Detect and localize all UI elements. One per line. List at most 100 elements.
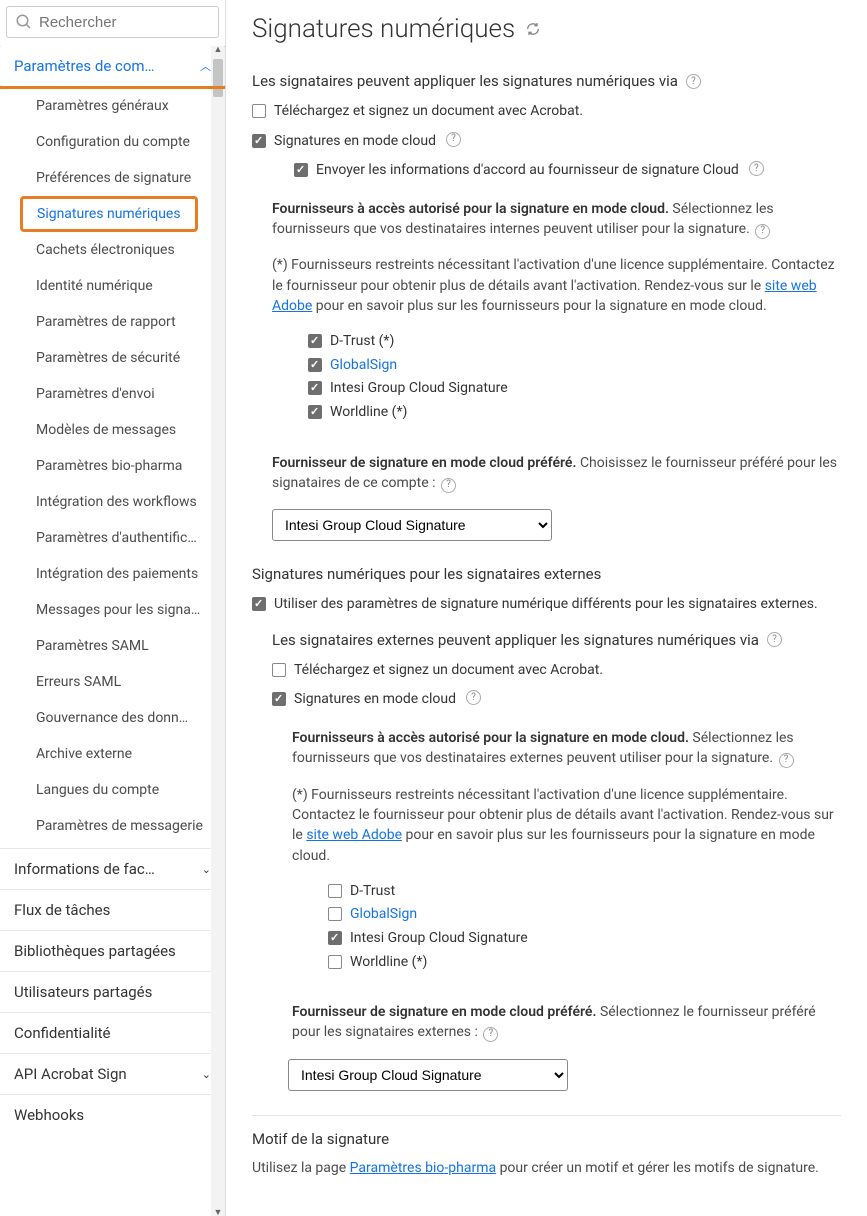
search-input[interactable]	[39, 14, 210, 31]
divider	[252, 1115, 841, 1116]
scrollbar[interactable]: ▲ ▼	[211, 46, 225, 1216]
help-icon[interactable]: ?	[779, 753, 794, 768]
sidebar-item[interactable]: Erreurs SAML	[0, 664, 225, 700]
ext-opt-download-sign[interactable]: Téléchargez et signez un document avec A…	[272, 661, 841, 681]
checkbox[interactable]	[272, 692, 286, 706]
ext-preferred-provider-intro: Fournisseur de signature en mode cloud p…	[292, 1002, 841, 1043]
help-icon[interactable]: ?	[749, 161, 764, 176]
sidebar-item[interactable]: Paramètres SAML	[0, 628, 225, 664]
search-box[interactable]	[6, 6, 219, 38]
section2-question: Les signataires externes peuvent appliqu…	[272, 631, 841, 649]
sidebar-group[interactable]: API Acrobat Sign⌄	[0, 1053, 225, 1094]
sidebar-group[interactable]: Informations de fac…⌄	[0, 848, 225, 889]
sidebar-item[interactable]: Paramètres de sécurité	[0, 340, 225, 376]
checkbox[interactable]	[252, 134, 266, 148]
opt-use-different-external[interactable]: Utiliser des paramètres de signature num…	[252, 595, 841, 615]
sidebar-item[interactable]: Paramètres de rapport	[0, 304, 225, 340]
checkbox[interactable]	[328, 931, 342, 945]
chevron-down-icon: ⌄	[202, 1068, 211, 1081]
help-icon[interactable]: ?	[446, 132, 461, 147]
sidebar-item[interactable]: Intégration des workflows	[0, 484, 225, 520]
help-icon[interactable]: ?	[686, 74, 701, 89]
sidebar-group[interactable]: Webhooks	[0, 1094, 225, 1135]
checkbox[interactable]	[252, 597, 266, 611]
preferred-provider-intro: Fournisseur de signature en mode cloud p…	[272, 453, 841, 494]
provider-row[interactable]: D-Trust	[328, 882, 841, 902]
help-icon[interactable]: ?	[755, 224, 770, 239]
sidebar-item[interactable]: Paramètres d'envoi	[0, 376, 225, 412]
sidebar-group[interactable]: Flux de tâches	[0, 889, 225, 930]
sidebar-item[interactable]: Identité numérique	[0, 268, 225, 304]
provider-link[interactable]: GlobalSign	[330, 356, 397, 376]
checkbox[interactable]	[328, 955, 342, 969]
provider-link[interactable]: GlobalSign	[350, 905, 417, 925]
section1-question: Les signataires peuvent appliquer les si…	[252, 72, 841, 90]
preferred-provider-select[interactable]: Intesi Group Cloud Signature	[272, 509, 552, 541]
page-title: Signatures numériques	[252, 14, 841, 44]
bio-pharma-link[interactable]: Paramètres bio-pharma	[350, 1160, 496, 1176]
section3-title: Motif de la signature	[252, 1130, 841, 1148]
provider-row[interactable]: Worldline (*)	[328, 953, 841, 973]
main-content: Signatures numériques Les signataires pe…	[226, 0, 867, 1216]
ext-providers-intro: Fournisseurs à accès autorisé pour la si…	[292, 728, 841, 769]
sidebar-item[interactable]: Paramètres d'authentific…	[0, 520, 225, 556]
sidebar-item[interactable]: Cachets électroniques	[0, 232, 225, 268]
checkbox[interactable]	[328, 907, 342, 921]
opt-cloud-sign[interactable]: Signatures en mode cloud?	[252, 132, 841, 152]
scroll-down-icon[interactable]: ▼	[211, 1207, 225, 1216]
sidebar-group[interactable]: Utilisateurs partagés	[0, 971, 225, 1012]
sidebar-item[interactable]: Intégration des paiements	[0, 556, 225, 592]
checkbox[interactable]	[308, 358, 322, 372]
provider-row[interactable]: GlobalSign	[328, 905, 841, 925]
provider-row[interactable]: GlobalSign	[308, 356, 841, 376]
help-icon[interactable]: ?	[441, 478, 456, 493]
sidebar-group[interactable]: Bibliothèques partagées	[0, 930, 225, 971]
chevron-up-icon: ︿	[200, 58, 211, 74]
ext-preferred-provider-select-wrap: Intesi Group Cloud Signature	[288, 1059, 841, 1091]
section2-title: Signatures numériques pour les signatair…	[252, 565, 841, 583]
sidebar-item[interactable]: Préférences de signature	[0, 160, 225, 196]
help-icon[interactable]: ?	[466, 690, 481, 705]
checkbox[interactable]	[272, 663, 286, 677]
sidebar-group[interactable]: Confidentialité	[0, 1012, 225, 1053]
checkbox[interactable]	[308, 405, 322, 419]
provider-row[interactable]: D-Trust (*)	[308, 332, 841, 352]
sidebar-nav: ▲ ▼ Paramètres de com… ︿ Paramètres géné…	[0, 46, 225, 1216]
opt-send-info[interactable]: Envoyer les informations d'accord au fou…	[294, 161, 841, 181]
refresh-icon[interactable]	[525, 21, 541, 37]
checkbox[interactable]	[308, 381, 322, 395]
help-icon[interactable]: ?	[767, 632, 782, 647]
checkbox[interactable]	[328, 884, 342, 898]
sidebar-item[interactable]: Configuration du compte	[0, 124, 225, 160]
adobe-site-link[interactable]: site web Adobe	[306, 827, 402, 843]
ext-opt-cloud-sign[interactable]: Signatures en mode cloud?	[272, 690, 841, 710]
sidebar-group-account-settings[interactable]: Paramètres de com… ︿	[0, 46, 225, 89]
provider-row[interactable]: Intesi Group Cloud Signature	[308, 379, 841, 399]
reason-text: Utilisez la page Paramètres bio-pharma p…	[252, 1160, 841, 1176]
sidebar-group-label: Paramètres de com…	[14, 57, 155, 75]
chevron-down-icon: ⌄	[202, 863, 211, 876]
providers-intro: Fournisseurs à accès autorisé pour la si…	[272, 199, 841, 240]
provider-row[interactable]: Worldline (*)	[308, 403, 841, 423]
providers-restrict-note: (*) Fournisseurs restreints nécessitant …	[272, 255, 841, 316]
sidebar-subitems: Paramètres générauxConfiguration du comp…	[0, 86, 225, 848]
ext-preferred-provider-select[interactable]: Intesi Group Cloud Signature	[288, 1059, 568, 1091]
checkbox[interactable]	[294, 163, 308, 177]
help-icon[interactable]: ?	[483, 1027, 498, 1042]
sidebar-item[interactable]: Paramètres de messagerie	[0, 808, 225, 844]
sidebar-item[interactable]: Gouvernance des donn…	[0, 700, 225, 736]
ext-providers-restrict-note: (*) Fournisseurs restreints nécessitant …	[292, 785, 841, 866]
sidebar-item[interactable]: Signatures numériques	[23, 199, 195, 229]
sidebar-item[interactable]: Modèles de messages	[0, 412, 225, 448]
opt-download-sign[interactable]: Téléchargez et signez un document avec A…	[252, 102, 841, 122]
sidebar-item[interactable]: Messages pour les signa…	[0, 592, 225, 628]
preferred-provider-select-wrap: Intesi Group Cloud Signature	[272, 509, 841, 541]
checkbox[interactable]	[308, 334, 322, 348]
sidebar-item[interactable]: Langues du compte	[0, 772, 225, 808]
checkbox[interactable]	[252, 104, 266, 118]
sidebar-item[interactable]: Paramètres généraux	[0, 88, 225, 124]
sidebar-item[interactable]: Paramètres bio-pharma	[0, 448, 225, 484]
sidebar-item[interactable]: Archive externe	[0, 736, 225, 772]
search-icon	[15, 13, 33, 31]
provider-row[interactable]: Intesi Group Cloud Signature	[328, 929, 841, 949]
